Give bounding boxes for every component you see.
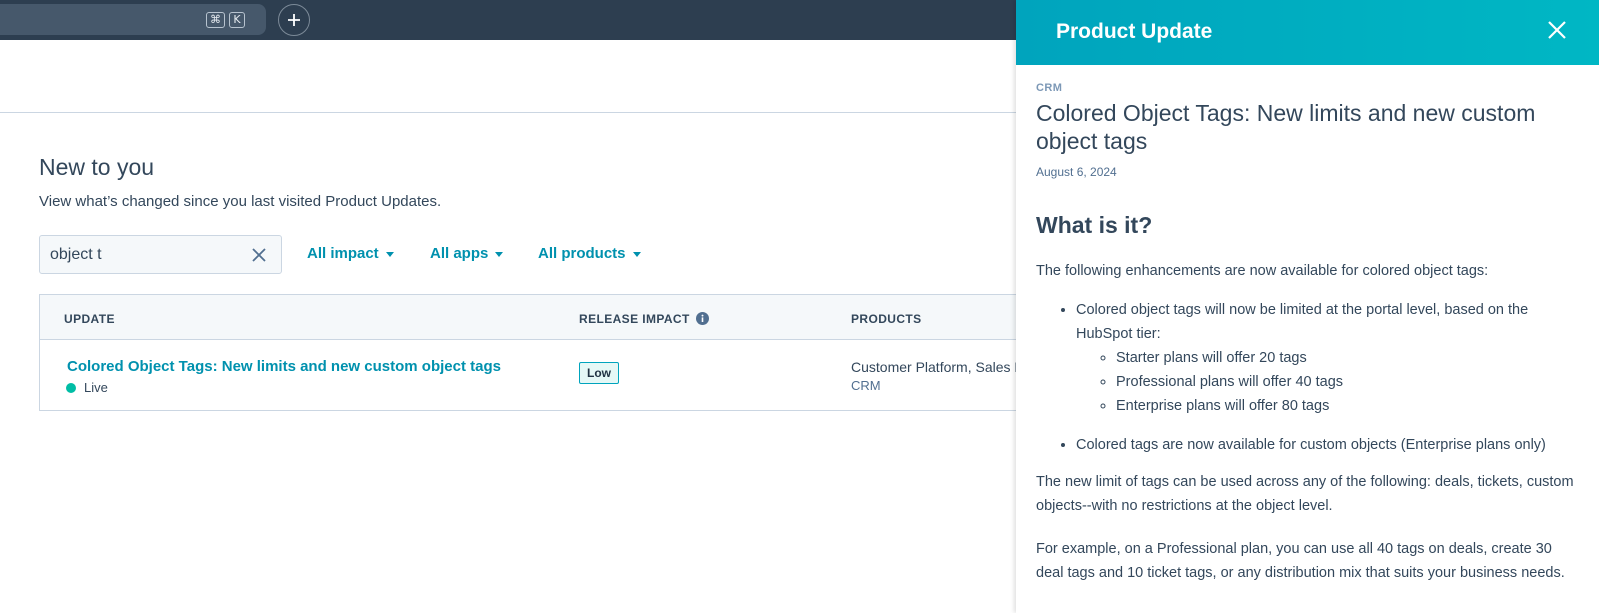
products-value: Customer Platform, Sales Hub	[851, 359, 1017, 375]
list-item: Enterprise plans will offer 80 tags	[1116, 394, 1576, 418]
panel-header: Product Update	[1016, 0, 1599, 65]
page-subtitle: View what’s changed since you last visit…	[39, 193, 442, 210]
filter-apps-label: All apps	[430, 245, 489, 262]
clear-icon[interactable]	[251, 247, 267, 263]
list-item: Colored object tags will now be limited …	[1076, 298, 1576, 418]
updates-table: UPDATE RELEASE IMPACT PRODUCTS Colored O…	[39, 294, 1017, 411]
close-icon[interactable]	[1547, 20, 1567, 40]
caret-down-icon	[632, 251, 641, 257]
column-header-release-impact-label: RELEASE IMPACT	[579, 312, 690, 326]
list-item-text: Colored object tags will now be limited …	[1076, 302, 1529, 342]
filter-products-label: All products	[538, 245, 626, 262]
status-live: Live	[66, 380, 108, 395]
shortcut-cmd-key: ⌘	[206, 12, 225, 28]
impact-badge: Low	[579, 362, 619, 384]
filter-impact-label: All impact	[307, 245, 379, 262]
shortcut-k-key: K	[229, 12, 245, 28]
paragraph: For example, on a Professional plan, you…	[1036, 541, 1565, 581]
update-title-link[interactable]: Colored Object Tags: New limits and new …	[67, 358, 501, 375]
column-header-products[interactable]: PRODUCTS	[851, 312, 922, 326]
list-item: Starter plans will offer 20 tags	[1116, 346, 1576, 370]
info-icon[interactable]	[695, 312, 709, 325]
update-category: CRM	[1036, 82, 1063, 94]
caret-down-icon	[495, 251, 504, 257]
search-input[interactable]: object t	[39, 235, 282, 274]
global-search-bar[interactable]: ⌘ K	[0, 4, 266, 35]
page-title: New to you	[39, 154, 155, 180]
filter-products-dropdown[interactable]: All products	[538, 245, 641, 262]
column-header-release-impact[interactable]: RELEASE IMPACT	[579, 312, 709, 326]
update-title: Colored Object Tags: New limits and new …	[1036, 100, 1536, 154]
tier-list: Starter plans will offer 20 tags Profess…	[1116, 346, 1576, 418]
list-item: Professional plans will offer 40 tags	[1116, 370, 1576, 394]
product-update-panel: Product Update CRM Colored Object Tags: …	[1016, 0, 1599, 613]
search-input-value[interactable]: object t	[50, 246, 102, 264]
status-dot-icon	[66, 383, 76, 393]
intro-paragraph: The following enhancements are now avail…	[1036, 263, 1489, 279]
status-label: Live	[84, 380, 108, 395]
list-item: Colored tags are now available for custo…	[1076, 433, 1576, 457]
filter-impact-dropdown[interactable]: All impact	[307, 245, 394, 262]
paragraph: The new limit of tags can be used across…	[1036, 474, 1574, 514]
plus-icon	[288, 14, 300, 26]
update-date: August 6, 2024	[1036, 165, 1117, 179]
panel-header-title: Product Update	[1056, 20, 1213, 43]
column-header-update[interactable]: UPDATE	[64, 312, 115, 326]
create-new-button[interactable]	[278, 4, 310, 36]
enhancements-list: Colored object tags will now be limited …	[1076, 298, 1576, 457]
section-heading: What is it?	[1036, 212, 1153, 238]
caret-down-icon	[385, 251, 394, 257]
products-category: CRM	[851, 378, 881, 393]
filter-apps-dropdown[interactable]: All apps	[430, 245, 504, 262]
header-divider	[0, 112, 1016, 113]
table-header: UPDATE RELEASE IMPACT PRODUCTS	[40, 295, 1016, 340]
